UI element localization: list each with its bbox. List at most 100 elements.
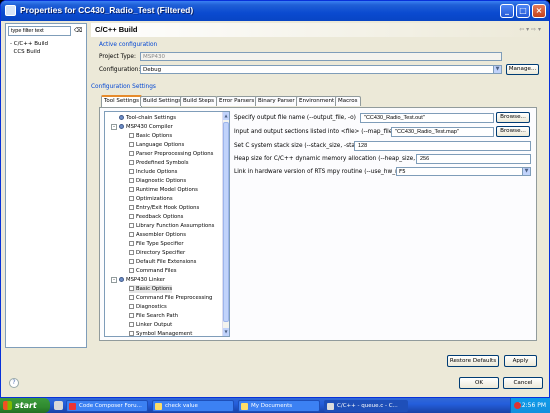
tree-item[interactable]: - MSP430 Compiler [111, 123, 173, 131]
tree-item-label: Diagnostic Options [136, 178, 187, 184]
output-file-input[interactable] [360, 113, 494, 123]
tree-item[interactable]: Assembler Options [129, 231, 186, 239]
chevron-down-icon[interactable]: ▼ [522, 168, 530, 175]
clear-filter-icon[interactable]: ⌫ [74, 27, 84, 35]
tab-error-parsers[interactable]: Error Parsers [216, 96, 258, 106]
map-file-input[interactable] [391, 127, 494, 137]
scroll-down-icon[interactable]: ▼ [223, 328, 229, 336]
tree-item[interactable]: Tool-chain Settings [111, 114, 176, 122]
page-icon [129, 142, 134, 147]
tree-item[interactable]: Directory Specifier [129, 249, 185, 257]
page-icon [129, 196, 134, 201]
ok-button[interactable]: OK [459, 377, 499, 389]
collapse-icon[interactable]: - [111, 123, 117, 130]
tree-item[interactable]: Feedback Options [129, 213, 183, 221]
page-icon [129, 322, 134, 327]
window-title: Properties for CC430_Radio_Test (Filtere… [20, 5, 194, 15]
history-nav[interactable]: ⇦ ▾ ⇨ ▾ [519, 26, 541, 33]
browser-icon [69, 403, 76, 410]
hw-mpy-select[interactable]: F5 ▼ [396, 167, 531, 176]
apply-button[interactable]: Apply [504, 355, 537, 367]
tree-item[interactable]: Parser Preprocessing Options [129, 150, 213, 158]
tree-item[interactable]: Basic Options [129, 132, 172, 140]
hw-mpy-label: Link in hardware version of RTS mpy rout… [234, 169, 411, 175]
browse-output-button[interactable]: Browse... [496, 112, 530, 123]
tree-item[interactable]: Library Function Assumptions [129, 222, 214, 230]
chevron-down-icon[interactable]: ▼ [493, 66, 501, 73]
tree-item[interactable]: Diagnostics [129, 303, 167, 311]
tree-item-label: Command File Preprocessing [136, 295, 213, 301]
task-my-documents[interactable]: My Documents [238, 400, 320, 412]
task-ccs-ide[interactable]: C/C++ - queue.c - C... [324, 400, 408, 412]
page-icon [129, 223, 134, 228]
task-code-composer-forum[interactable]: Code Composer Foru... [66, 400, 148, 412]
tree-item[interactable]: Basic Options [129, 285, 173, 293]
nav-item-cpp-build[interactable]: - C/C++ Build [10, 40, 48, 48]
tree-item[interactable]: Runtime Model Options [129, 186, 198, 194]
nav-item-label: CCS Build [13, 49, 41, 55]
tree-item-label: File Search Path [136, 313, 179, 319]
page-icon [129, 331, 134, 336]
nav-item-label: C/C++ Build [13, 41, 49, 47]
cancel-button[interactable]: Cancel [503, 377, 543, 389]
tree-item[interactable]: Predefined Symbols [129, 159, 189, 167]
page-icon [129, 250, 134, 255]
maximize-icon[interactable]: □ [516, 4, 530, 18]
page-icon [129, 214, 134, 219]
tree-item-label: Entry/Exit Hook Options [136, 205, 200, 211]
tree-item[interactable]: File Type Specifier [129, 240, 184, 248]
tree-item[interactable]: Command Files [129, 267, 177, 275]
tree-item[interactable]: Linker Output [129, 321, 172, 329]
show-desktop-icon[interactable] [54, 401, 63, 410]
filter-input[interactable] [8, 26, 71, 36]
tab-tool-settings[interactable]: Tool Settings [101, 95, 142, 107]
task-label: C/C++ - queue.c - C... [337, 403, 398, 409]
tree-item-label: Library Function Assumptions [136, 223, 215, 229]
tree-item-label: Default File Extensions [136, 259, 197, 265]
tree-item-label: Directory Specifier [136, 250, 186, 256]
tab-macros[interactable]: Macros [335, 96, 361, 106]
stack-size-input[interactable] [354, 141, 531, 151]
page-icon [129, 232, 134, 237]
tree-item-label: Include Options [136, 169, 178, 175]
start-button[interactable]: start [0, 398, 50, 413]
tree-item[interactable]: Language Options [129, 141, 184, 149]
tree-item-label: MSP430 Compiler [126, 124, 173, 130]
tree-item[interactable]: File Search Path [129, 312, 178, 320]
tab-build-settings[interactable]: Build Settings [140, 96, 185, 106]
tree-item[interactable]: Include Options [129, 168, 177, 176]
help-icon[interactable]: ? [9, 378, 19, 388]
title-bar[interactable]: Properties for CC430_Radio_Test (Filtere… [1, 1, 549, 21]
collapse-icon[interactable]: - [111, 276, 117, 283]
scroll-up-icon[interactable]: ▲ [223, 112, 229, 120]
task-check-value[interactable]: check value [152, 400, 234, 412]
tree-item-label: Feedback Options [136, 214, 184, 220]
tray-icon[interactable] [514, 402, 521, 409]
tree-item[interactable]: Command File Preprocessing [129, 294, 212, 302]
tree-item[interactable]: Entry/Exit Hook Options [129, 204, 199, 212]
minimize-icon[interactable]: _ [500, 4, 514, 18]
page-icon [129, 295, 134, 300]
scroll-thumb[interactable] [223, 122, 229, 322]
active-config-group-label: Active configuration [99, 42, 158, 48]
restore-defaults-button[interactable]: Restore Defaults [447, 355, 499, 367]
tree-scrollbar[interactable]: ▲ ▼ [222, 112, 229, 336]
windows-flag-icon [3, 401, 12, 410]
tree-item[interactable]: Symbol Management [129, 330, 192, 336]
tab-build-steps[interactable]: Build Steps [180, 96, 217, 106]
tree-item-label: Diagnostics [136, 304, 167, 310]
close-icon[interactable]: × [532, 4, 546, 18]
tree-item[interactable]: Default File Extensions [129, 258, 196, 266]
tree-item[interactable]: Optimizations [129, 195, 173, 203]
tree-item[interactable]: - MSP430 Linker [111, 276, 165, 284]
manage-button[interactable]: Manage... [506, 64, 539, 75]
tool-settings-tree: ▲ ▼ Tool-chain Settings - MSP430 Compiler B… [104, 111, 230, 337]
heap-size-input[interactable] [416, 154, 531, 164]
configuration-select[interactable]: Debug ▼ [140, 65, 502, 74]
nav-item-ccs-build[interactable]: CCS Build [10, 48, 48, 56]
browse-map-button[interactable]: Browse... [496, 126, 530, 137]
tree-item[interactable]: Diagnostic Options [129, 177, 186, 185]
tab-environment[interactable]: Environment [296, 96, 338, 106]
tree-item-label: Optimizations [136, 196, 173, 202]
tab-binary-parser[interactable]: Binary Parser [255, 96, 298, 106]
